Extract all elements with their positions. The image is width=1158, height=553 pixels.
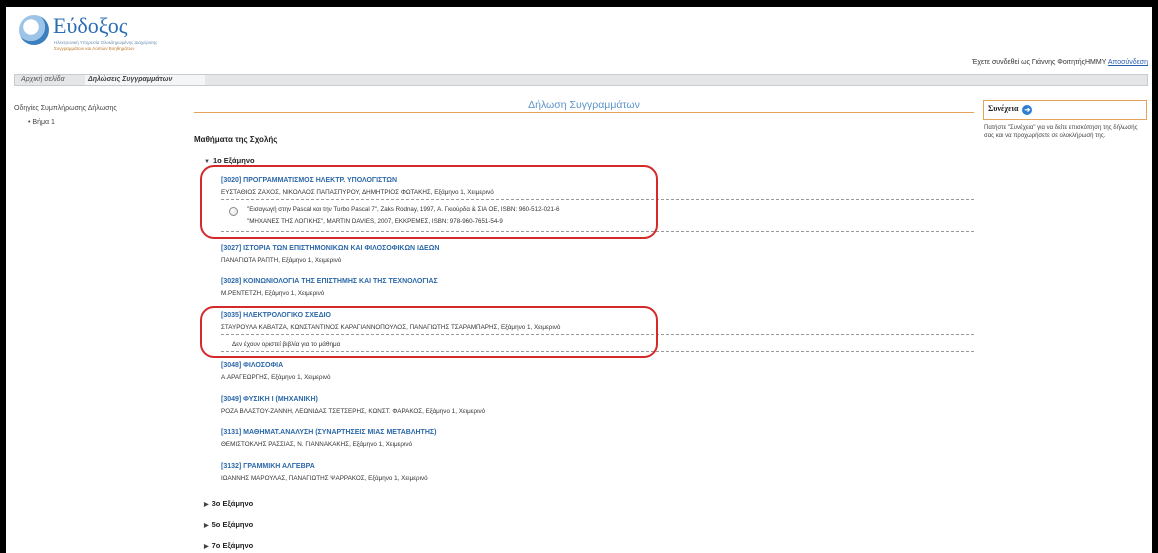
arrow-right-icon: ➔: [1022, 105, 1033, 115]
site-logo[interactable]: Εύδοξος Ηλεκτρονική Υπηρεσία Ολοκληρωμέν…: [19, 13, 169, 57]
course-details: ΠΑΝΑΓΙΩΤΑ ΡΑΠΤΗ, Εξάμηνο 1, Χειμερινό: [221, 257, 342, 264]
page-title: Δήλωση Συγγραμμάτων: [194, 99, 974, 113]
course-details: ΣΤΑΥΡΟΥΛΑ ΚΑΒΑΤΖΑ, ΚΩΝΣΤΑΝΤΙΝΟΣ ΚΑΡΑΓΙΑΝ…: [221, 324, 561, 331]
course-3131: [3131] ΜΑΘΗΜΑΤ.ΑΝΑΛΥΣΗ (ΣΥΝΑΡΤΗΣΕΙΣ ΜΙΑΣ…: [221, 429, 974, 448]
tab-home[interactable]: Αρχική σελίδα: [21, 76, 65, 83]
course-3027: [3027] ΙΣΤΟΡΙΑ ΤΩΝ ΕΠΙΣΤΗΜΟΝΙΚΩΝ ΚΑΙ ΦΙΛ…: [221, 245, 974, 264]
course-details: ΡΟΖΑ ΒΛΑΣΤΟΥ-ΖΑΝΝΗ, ΛΕΩΝΙΔΑΣ ΤΣΕΤΣΕΡΗΣ, …: [221, 408, 486, 415]
expanded-arrow-icon: ▼: [204, 159, 210, 165]
collapsed-arrow-icon: ▶: [204, 502, 209, 508]
book-line-1: "Εισαγωγή στην Pascal και την Turbo Pasc…: [247, 206, 560, 213]
course-details: Μ.ΡΕΝΤΕΤΖΗ, Εξάμηνο 1, Χειμερινό: [221, 290, 325, 297]
browser-page: Εύδοξος Ηλεκτρονική Υπηρεσία Ολοκληρωμέν…: [6, 7, 1152, 553]
sidebar-item-step-1[interactable]: • Βήμα 1: [28, 119, 55, 126]
course-title[interactable]: [3131] ΜΑΘΗΜΑΤ.ΑΝΑΛΥΣΗ (ΣΥΝΑΡΤΗΣΕΙΣ ΜΙΑΣ…: [221, 429, 974, 436]
semester-7-toggle[interactable]: ▶ 7ο Εξάμηνο: [204, 541, 253, 550]
continue-button[interactable]: Συνέχεια ➔: [988, 104, 1033, 115]
course-3035: [3035] ΗΛΕΚΤΡΟΛΟΓΙΚΟ ΣΧΕΔΙΟ ΣΤΑΥΡΟΥΛΑ ΚΑ…: [221, 312, 974, 331]
course-title[interactable]: [3049] ΦΥΣΙΚΗ Ι (ΜΗΧΑΝΙΚΗ): [221, 396, 974, 403]
tab-declarations[interactable]: Δηλώσεις Συγγραμμάτων: [88, 76, 172, 83]
semester-3-toggle[interactable]: ▶ 3ο Εξάμηνο: [204, 499, 253, 508]
separator: [221, 334, 974, 335]
course-3048: [3048] ΦΙΛΟΣΟΦΙΑ Α.ΑΡΑΓΕΩΡΓΗΣ, Εξάμηνο 1…: [221, 362, 974, 381]
no-books-message: Δεν έχουν οριστεί βιβλία για το μάθημα: [232, 341, 341, 348]
logo-emblem-icon: [19, 15, 49, 45]
semester-label: 3ο Εξάμηνο: [211, 499, 254, 508]
logo-name: Εύδοξος: [53, 13, 128, 38]
book-line-2: "ΜΗΧΑΝΕΣ ΤΗΣ ΛΟΓΙΚΗΣ", MARTIN DAVIES, 20…: [247, 218, 503, 225]
main-content: Δήλωση Συγγραμμάτων Μαθήματα της Σχολής …: [194, 99, 974, 553]
separator: [221, 351, 974, 352]
course-title[interactable]: [3132] ΓΡΑΜΜΙΚΗ ΑΛΓΕΒΡΑ: [221, 463, 974, 470]
course-details: ΘΕΜΙΣΤΟΚΛΗΣ ΡΑΣΣΙΑΣ, Ν. ΓΙΑΝΝΑΚΑΚΗΣ, Εξά…: [221, 441, 413, 448]
semester-label: 1ο Εξάμηνο: [212, 156, 255, 165]
help-text: Πατήστε "Συνέχεια" για να δείτε επισκόπη…: [984, 125, 1138, 139]
user-status-text: Έχετε συνδεθεί ως Γιάννης ΦοιτητήςΗΜΜΥ: [971, 59, 1107, 66]
section-title: Μαθήματα της Σχολής: [194, 135, 278, 144]
book-option[interactable]: "Εισαγωγή στην Pascal και την Turbo Pasc…: [221, 201, 974, 231]
course-details: ΕΥΣΤΑΘΙΟΣ ΖΑΧΟΣ, ΝΙΚΟΛΑΟΣ ΠΑΠΑΣΠΥΡΟΥ, ΔΗ…: [221, 189, 494, 196]
semester-1-toggle[interactable]: ▼ 1ο Εξάμηνο: [204, 156, 255, 165]
logo-subtitle-2: Συγγραμμάτων και Λοιπών Βοηθημάτων: [54, 46, 135, 51]
course-title[interactable]: [3048] ΦΙΛΟΣΟΦΙΑ: [221, 362, 974, 369]
semester-label: 5ο Εξάμηνο: [211, 520, 254, 529]
course-title[interactable]: [3035] ΗΛΕΚΤΡΟΛΟΓΙΚΟ ΣΧΕΔΙΟ: [221, 312, 974, 319]
continue-box: Συνέχεια ➔: [983, 100, 1147, 120]
course-title[interactable]: [3028] ΚΟΙΝΩΝΙΟΛΟΓΙΑ ΤΗΣ ΕΠΙΣΤΗΜΗΣ ΚΑΙ Τ…: [221, 278, 974, 285]
separator: [221, 199, 974, 200]
user-status: Έχετε συνδεθεί ως Γιάννης ΦοιτητήςΗΜΜΥ Α…: [972, 59, 1148, 66]
course-details: ΙΩΑΝΝΗΣ ΜΑΡΟΥΛΑΣ, ΠΑΝΑΓΙΩΤΗΣ ΨΑΡΡΑΚΟΣ, Ε…: [221, 475, 428, 482]
semester-5-toggle[interactable]: ▶ 5ο Εξάμηνο: [204, 520, 253, 529]
course-3028: [3028] ΚΟΙΝΩΝΙΟΛΟΓΙΑ ΤΗΣ ΕΠΙΣΤΗΜΗΣ ΚΑΙ Τ…: [221, 278, 974, 297]
course-details: Α.ΑΡΑΓΕΩΡΓΗΣ, Εξάμηνο 1, Χειμερινό: [221, 374, 331, 381]
collapsed-arrow-icon: ▶: [204, 544, 209, 550]
collapsed-arrow-icon: ▶: [204, 523, 209, 529]
tab-bar: Αρχική σελίδα Δηλώσεις Συγγραμμάτων: [14, 74, 1148, 86]
course-3020: [3020] ΠΡΟΓΡΑΜΜΑΤΙΣΜΟΣ ΗΛΕΚΤΡ. ΥΠΟΛΟΓΙΣΤ…: [221, 177, 974, 196]
site-header: Εύδοξος Ηλεκτρονική Υπηρεσία Ολοκληρωμέν…: [6, 7, 1152, 69]
continue-label: Συνέχεια: [988, 104, 1019, 113]
semester-label: 7ο Εξάμηνο: [211, 541, 254, 550]
sidebar: Οδηγίες Συμπλήρωσης Δήλωσης • Βήμα 1: [14, 105, 184, 126]
separator: [221, 231, 974, 232]
course-3049: [3049] ΦΥΣΙΚΗ Ι (ΜΗΧΑΝΙΚΗ) ΡΟΖΑ ΒΛΑΣΤΟΥ-…: [221, 396, 974, 415]
course-title[interactable]: [3027] ΙΣΤΟΡΙΑ ΤΩΝ ΕΠΙΣΤΗΜΟΝΙΚΩΝ ΚΑΙ ΦΙΛ…: [221, 245, 974, 252]
book-radio[interactable]: [229, 207, 238, 216]
course-title[interactable]: [3020] ΠΡΟΓΡΑΜΜΑΤΙΣΜΟΣ ΗΛΕΚΤΡ. ΥΠΟΛΟΓΙΣΤ…: [221, 177, 974, 184]
logout-link[interactable]: Αποσύνδεση: [1108, 59, 1148, 66]
sidebar-title: Οδηγίες Συμπλήρωσης Δήλωσης: [14, 105, 117, 112]
logo-subtitle: Ηλεκτρονική Υπηρεσία Ολοκληρωμένης Διαχε…: [54, 40, 158, 45]
course-3132: [3132] ΓΡΑΜΜΙΚΗ ΑΛΓΕΒΡΑ ΙΩΑΝΝΗΣ ΜΑΡΟΥΛΑΣ…: [221, 463, 974, 482]
